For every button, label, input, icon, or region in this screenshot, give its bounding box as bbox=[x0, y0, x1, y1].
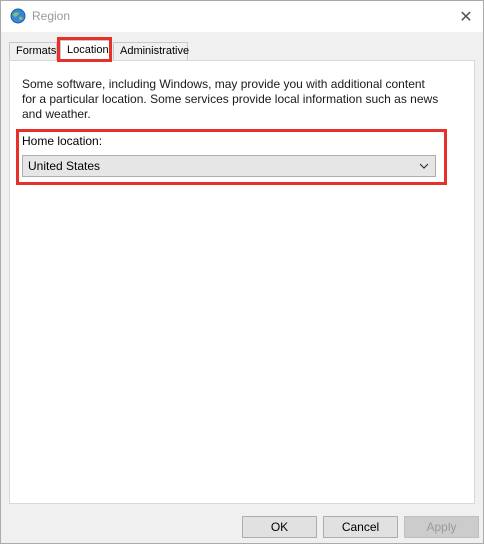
location-panel: Some software, including Windows, may pr… bbox=[9, 60, 475, 504]
home-location-label: Home location: bbox=[22, 134, 103, 148]
window-title: Region bbox=[32, 9, 71, 23]
tab-formats[interactable]: Formats bbox=[9, 42, 57, 60]
location-description: Some software, including Windows, may pr… bbox=[22, 77, 439, 121]
title-bar: Region ✕ bbox=[1, 1, 483, 32]
home-location-dropdown[interactable]: United States bbox=[22, 155, 436, 177]
globe-icon bbox=[10, 8, 26, 24]
cancel-button[interactable]: Cancel bbox=[323, 516, 398, 538]
close-icon: ✕ bbox=[459, 8, 473, 26]
region-dialog: Region ✕ Formats Location Administrative… bbox=[0, 0, 484, 544]
ok-button[interactable]: OK bbox=[242, 516, 317, 538]
close-button[interactable]: ✕ bbox=[451, 4, 481, 29]
chevron-down-icon bbox=[419, 163, 429, 169]
apply-button[interactable]: Apply bbox=[404, 516, 479, 538]
tab-administrative[interactable]: Administrative bbox=[113, 42, 189, 60]
tab-location[interactable]: Location bbox=[60, 40, 112, 61]
home-location-value: United States bbox=[28, 159, 101, 173]
